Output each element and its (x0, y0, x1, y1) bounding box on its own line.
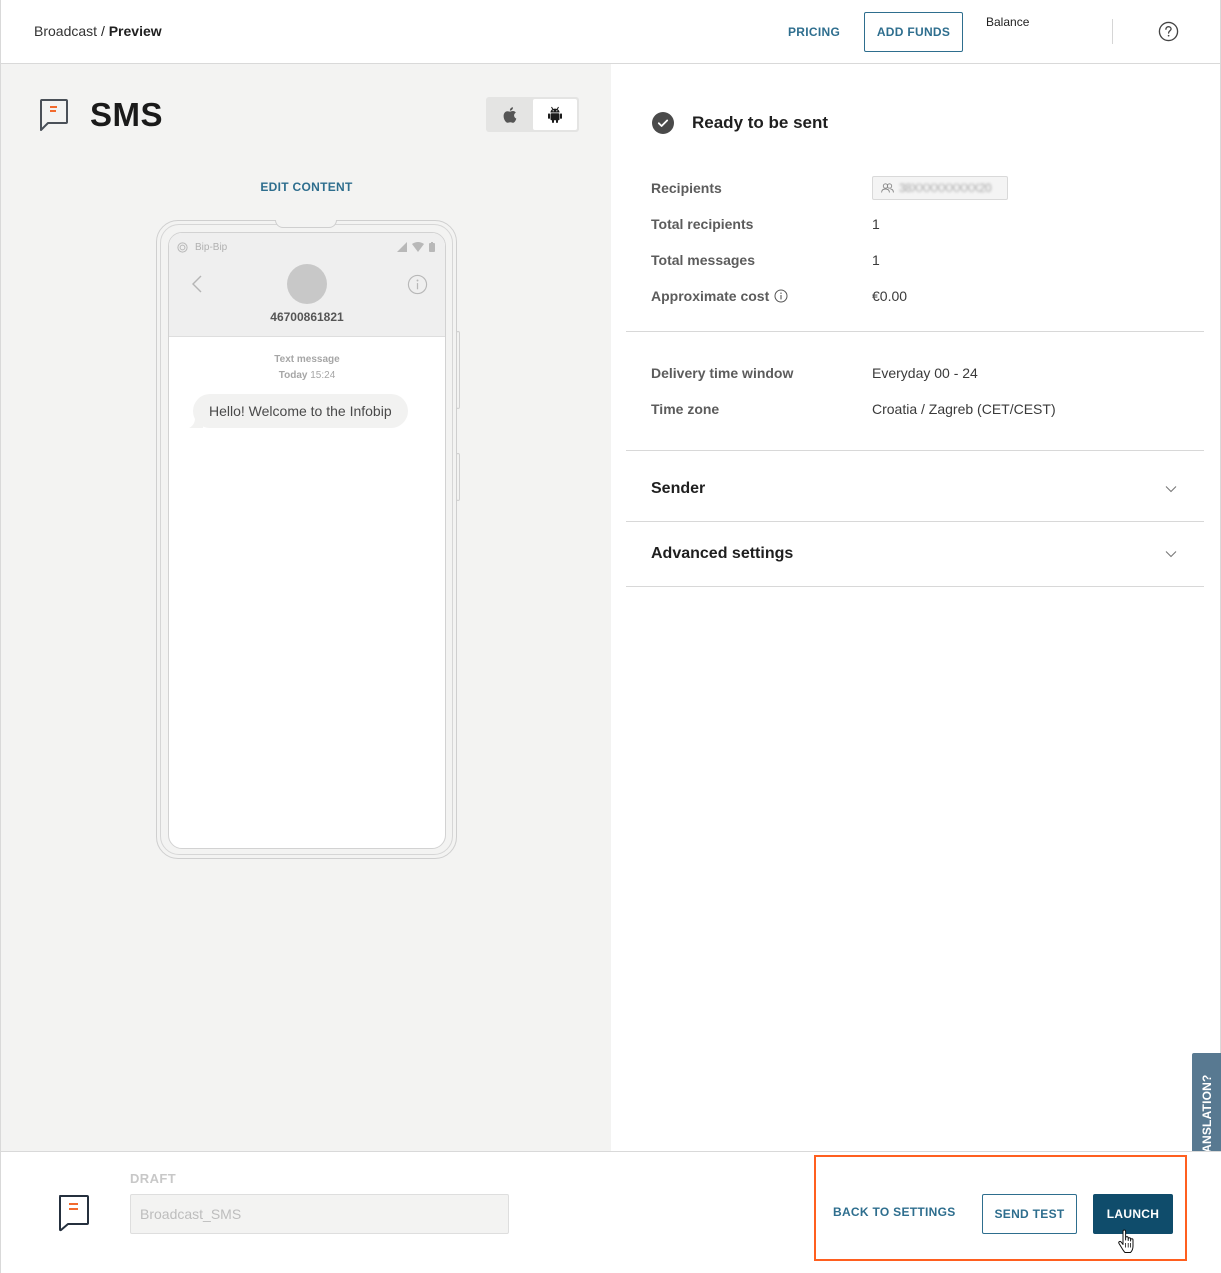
preview-panel: SMS EDIT CONTENT Bip-Bip 46700861821 Tex… (0, 64, 611, 1151)
info-label: Total recipients (651, 216, 754, 232)
users-icon (881, 183, 894, 193)
broadcast-name-input[interactable] (130, 1194, 509, 1234)
accordion-advanced-settings[interactable]: Advanced settings (626, 522, 1204, 586)
phone-status-bar: Bip-Bip (177, 240, 435, 254)
info-label: Recipients (651, 180, 722, 196)
info-label: Delivery time window (651, 365, 794, 381)
breadcrumb-current: Preview (108, 23, 162, 39)
android-icon (547, 106, 562, 123)
send-test-button[interactable]: SEND TEST (982, 1194, 1077, 1234)
message-time: 15:24 (310, 370, 336, 381)
info-row-delivery-window: Delivery time window Everyday 00 - 24 (651, 355, 1191, 391)
summary-info-list: Recipients 38XXXXXXXXX20 Total recipient… (651, 170, 1191, 314)
info-value: Everyday 00 - 24 (872, 365, 978, 381)
info-row-time-zone: Time zone Croatia / Zagreb (CET/CEST) (651, 391, 1191, 427)
message-bubble-container: Hello! Welcome to the Infobip (189, 394, 445, 428)
recipient-value: 38XXXXXXXXX20 (899, 181, 992, 195)
info-label: Total messages (651, 252, 756, 268)
conversation-header: Bip-Bip 46700861821 (169, 233, 445, 337)
info-value: €0.00 (872, 288, 908, 304)
info-row-total-recipients: Total recipients 1 (651, 206, 1191, 242)
top-header: Broadcast / Preview PRICING ADD FUNDS Ba… (0, 0, 1221, 64)
phone-screen: Bip-Bip 46700861821 Text message Today 1… (168, 232, 446, 849)
balance-label: Balance (986, 15, 1030, 29)
question-circle-icon[interactable] (1158, 21, 1179, 42)
breadcrumb: Broadcast / Preview (34, 23, 162, 39)
phone-side-button (456, 331, 460, 409)
check-circle-icon (652, 112, 674, 134)
ios-option[interactable] (488, 99, 533, 130)
section-divider (626, 586, 1204, 587)
battery-icon (429, 242, 435, 252)
recipient-chip[interactable]: 38XXXXXXXXX20 (872, 176, 1008, 200)
draft-label: DRAFT (130, 1171, 177, 1186)
pricing-link[interactable]: PRICING (788, 25, 840, 39)
add-funds-button[interactable]: ADD FUNDS (864, 12, 963, 52)
phone-notch (275, 220, 337, 228)
info-value: 1 (872, 252, 880, 268)
info-row-total-messages: Total messages 1 (651, 242, 1191, 278)
summary-panel: Ready to be sent Recipients 38XXXXXXXXX2… (611, 64, 1221, 1151)
header-divider (1112, 19, 1113, 44)
phone-mockup: Bip-Bip 46700861821 Text message Today 1… (156, 220, 460, 859)
message-bubble: Hello! Welcome to the Infobip (193, 394, 408, 428)
status-row: Ready to be sent (652, 112, 828, 134)
wifi-icon (412, 242, 424, 252)
breadcrumb-separator: / (100, 23, 105, 39)
delivery-info-list: Delivery time window Everyday 00 - 24 Ti… (651, 355, 1191, 427)
accordion-sender[interactable]: Sender (626, 457, 1204, 521)
contact-number: 46700861821 (270, 310, 344, 324)
breadcrumb-parent[interactable]: Broadcast (34, 23, 97, 39)
edit-content-link[interactable]: EDIT CONTENT (1, 180, 612, 194)
info-row-approximate-cost: Approximate cost €0.00 (651, 278, 1191, 314)
android-option[interactable] (532, 99, 577, 130)
chevron-left-icon[interactable] (191, 274, 203, 294)
info-icon[interactable] (774, 289, 788, 303)
footer-bar: DRAFT BACK TO SETTINGS SEND TEST LAUNCH (0, 1151, 1221, 1273)
contact-avatar (287, 264, 327, 304)
apple-icon (503, 106, 517, 123)
channel-title: SMS (90, 96, 164, 133)
carrier-name: Bip-Bip (195, 241, 228, 253)
launch-button[interactable]: LAUNCH (1093, 1194, 1173, 1234)
info-icon[interactable] (407, 274, 428, 295)
accordion-title: Sender (651, 480, 706, 497)
info-value: Croatia / Zagreb (CET/CEST) (872, 401, 1056, 417)
info-row-recipients: Recipients 38XXXXXXXXX20 (651, 170, 1191, 206)
message-meta: Text message Today 15:24 (169, 352, 445, 384)
back-to-settings-link[interactable]: BACK TO SETTINGS (833, 1205, 956, 1219)
chevron-down-icon (1165, 486, 1177, 493)
info-value: 1 (872, 216, 880, 232)
hand-pointer-cursor-icon (1118, 1229, 1134, 1253)
message-day: Today (278, 370, 308, 381)
accordion-title: Advanced settings (651, 545, 794, 562)
section-divider (626, 450, 1204, 451)
info-label: Approximate cost (651, 288, 770, 304)
sms-bubble-icon (40, 99, 68, 131)
chevron-down-icon (1165, 551, 1177, 558)
info-label: Time zone (651, 401, 720, 417)
info-label-container: Approximate cost (651, 288, 872, 304)
signal-icon (397, 242, 407, 252)
status-text: Ready to be sent (692, 113, 829, 132)
phone-side-button (456, 453, 460, 501)
os-toggle (486, 97, 579, 132)
message-type: Text message (274, 354, 340, 365)
section-divider (626, 331, 1204, 332)
sms-bubble-icon (59, 1195, 89, 1232)
record-icon (177, 241, 188, 253)
